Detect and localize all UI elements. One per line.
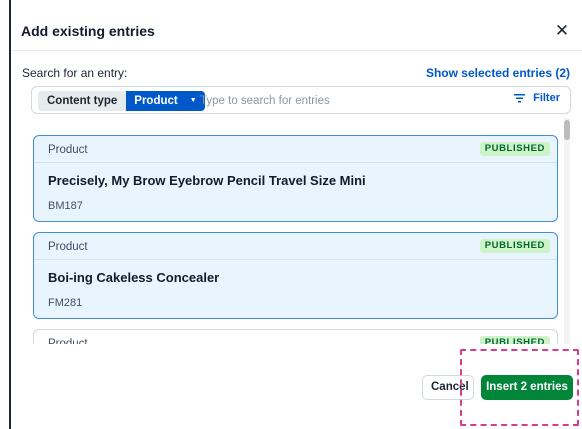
content-type-selector[interactable]: Content type Product ▼ <box>38 91 205 111</box>
entry-card[interactable]: Product PUBLISHED Precisely, My Brow Eye… <box>33 135 558 222</box>
card-header: Product PUBLISHED <box>34 330 557 344</box>
status-badge: PUBLISHED <box>479 336 550 344</box>
filter-button[interactable]: Filter <box>514 92 560 104</box>
show-selected-entries-link[interactable]: Show selected entries (2) <box>426 66 570 80</box>
entry-sku: FM281 <box>48 297 83 309</box>
entry-content-type: Product <box>48 338 88 344</box>
card-header: Product PUBLISHED <box>34 136 557 163</box>
dialog-title: Add existing entries <box>21 23 155 39</box>
filter-label: Filter <box>533 92 560 104</box>
filter-lines-icon <box>514 93 526 102</box>
entry-card[interactable]: Product PUBLISHED Boi-ing Cakeless Conce… <box>33 232 558 319</box>
close-icon[interactable]: ✕ <box>552 21 572 41</box>
cancel-button[interactable]: Cancel <box>422 375 474 400</box>
search-label: Search for an entry: <box>22 66 128 80</box>
card-header: Product PUBLISHED <box>34 233 557 260</box>
scrollbar-thumb[interactable] <box>564 120 570 140</box>
entry-content-type: Product <box>48 241 88 253</box>
entry-card[interactable]: Product PUBLISHED <box>33 329 558 344</box>
search-input[interactable] <box>200 91 490 111</box>
modal-left-edge <box>0 0 11 429</box>
insert-entries-button[interactable]: Insert 2 entries <box>481 375 573 400</box>
entry-list: Product PUBLISHED Precisely, My Brow Eye… <box>33 118 561 344</box>
dialog-footer: Cancel Insert 2 entries <box>11 345 582 429</box>
entry-content-type: Product <box>48 144 88 156</box>
content-type-value: Product <box>134 95 178 107</box>
status-badge: PUBLISHED <box>479 142 550 156</box>
content-type-label: Content type <box>38 91 127 111</box>
content-type-dropdown[interactable]: Product ▼ <box>126 91 205 111</box>
entry-title: Precisely, My Brow Eyebrow Pencil Travel… <box>48 173 366 188</box>
status-badge: PUBLISHED <box>479 239 550 253</box>
chevron-down-icon: ▼ <box>189 97 197 104</box>
entry-title: Boi-ing Cakeless Concealer <box>48 270 220 285</box>
list-scrollbar[interactable] <box>564 118 570 344</box>
search-bar: Content type Product ▼ Filter <box>31 86 571 114</box>
entry-sku: BM187 <box>48 200 83 212</box>
dialog-header: Add existing entries ✕ <box>11 12 582 51</box>
